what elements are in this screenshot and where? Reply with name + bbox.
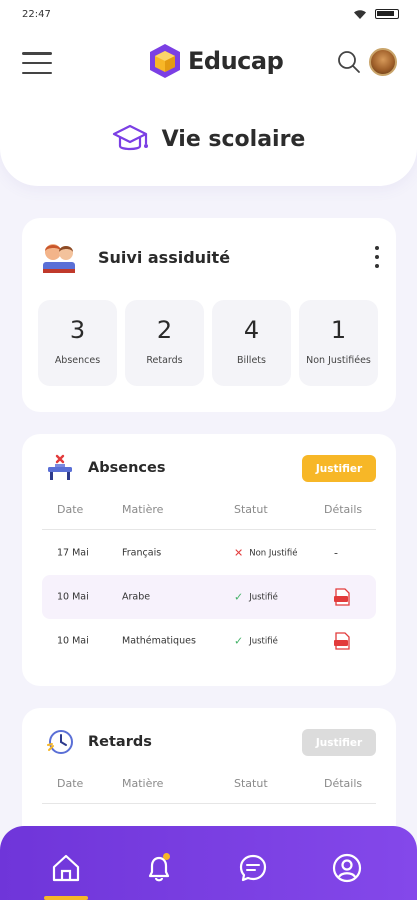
status-icons (353, 9, 399, 20)
page-title-block: Vie scolaire (0, 122, 417, 156)
row-detail: - (334, 546, 338, 560)
column-header: Matière (122, 777, 164, 790)
logo-icon (150, 44, 180, 78)
row-status: ✓ Justifié (234, 591, 278, 604)
absences-title: Absences (88, 460, 166, 476)
retards-header: Retards (46, 728, 152, 756)
row-date: 10 Mai (57, 635, 89, 647)
pdf-icon[interactable] (334, 588, 350, 606)
pdf-icon[interactable] (334, 632, 350, 650)
absences-card: Absences Justifier Date Matière Statut D… (22, 434, 396, 686)
stat-absences[interactable]: 3 Absences (38, 300, 117, 386)
stat-retards[interactable]: 2 Retards (125, 300, 204, 386)
row-status-text: Non Justifié (249, 548, 298, 558)
assiduite-card: Suivi assiduité 3 Absences 2 Retards 4 B… (22, 218, 396, 412)
row-subject: Arabe (122, 591, 151, 603)
bell-icon[interactable] (143, 852, 175, 884)
search-icon[interactable] (337, 50, 361, 74)
row-date: 10 Mai (57, 591, 89, 603)
retards-title: Retards (88, 734, 152, 750)
stat-value: 2 (156, 316, 173, 344)
check-icon: ✓ (234, 634, 244, 648)
table-row[interactable]: 17 Mai Français ✕ Non Justifié - (42, 531, 376, 575)
x-icon: ✕ (234, 546, 244, 560)
wifi-icon (354, 9, 366, 19)
column-header: Détails (324, 503, 363, 516)
notification-dot (163, 853, 170, 860)
row-subject: Français (122, 547, 162, 559)
row-status-text: Justifié (249, 592, 278, 602)
column-header: Date (57, 777, 84, 790)
stat-label: Absences (54, 355, 101, 366)
status-bar: 22:47 (0, 0, 417, 28)
column-header: Statut (234, 503, 268, 516)
column-header: Détails (324, 777, 363, 790)
clock-icon (47, 730, 73, 754)
row-status: ✕ Non Justifié (234, 547, 297, 560)
graduation-cap-icon (112, 124, 148, 151)
stat-label: Retards (146, 355, 183, 366)
row-subject: Mathématiques (122, 635, 196, 647)
stat-label: Billets (237, 355, 266, 366)
assiduite-title: Suivi assiduité (98, 247, 231, 267)
justify-button[interactable]: Justifier (302, 729, 376, 756)
app-logo: Educap (148, 42, 284, 80)
column-header: Matière (122, 503, 164, 516)
row-date: 17 Mai (57, 547, 89, 559)
stats-row: 3 Absences 2 Retards 4 Billets 1 Non Jus… (38, 300, 378, 386)
status-time: 22:47 (22, 8, 51, 20)
active-tab-indicator (44, 896, 88, 900)
row-status-text: Justifié (249, 636, 278, 646)
retards-table-header: Date Matière Statut Détails (42, 772, 376, 804)
check-icon: ✓ (234, 590, 244, 604)
page-title: Vie scolaire (161, 126, 306, 152)
table-row[interactable]: 10 Mai Arabe ✓ Justifié (42, 575, 376, 619)
stat-billets[interactable]: 4 Billets (212, 300, 291, 386)
stat-value: 3 (69, 316, 86, 344)
absences-table-header: Date Matière Statut Détails (42, 498, 376, 530)
home-icon[interactable] (50, 852, 82, 884)
bottom-nav (0, 826, 417, 900)
kebab-icon[interactable] (374, 246, 380, 268)
absences-header: Absences (46, 454, 165, 482)
hamburger-icon (22, 52, 52, 55)
chat-icon[interactable] (237, 852, 269, 884)
avatar[interactable] (369, 48, 397, 76)
battery-icon (375, 9, 399, 19)
absence-desk-icon (48, 454, 72, 480)
user-icon[interactable] (331, 852, 363, 884)
menu-button[interactable] (22, 52, 52, 74)
students-icon (43, 244, 75, 273)
column-header: Date (57, 503, 84, 516)
assiduite-header: Suivi assiduité (40, 238, 230, 276)
table-row[interactable]: 10 Mai Mathématiques ✓ Justifié (42, 619, 376, 663)
app-name: Educap (188, 47, 284, 75)
stat-non-justifiees[interactable]: 1 Non Justifiées (299, 300, 378, 386)
stat-label: Non Justifiées (306, 355, 371, 366)
stat-value: 4 (243, 316, 260, 344)
column-header: Statut (234, 777, 268, 790)
justify-button[interactable]: Justifier (302, 455, 376, 482)
row-status: ✓ Justifié (234, 635, 278, 648)
stat-value: 1 (330, 316, 347, 344)
